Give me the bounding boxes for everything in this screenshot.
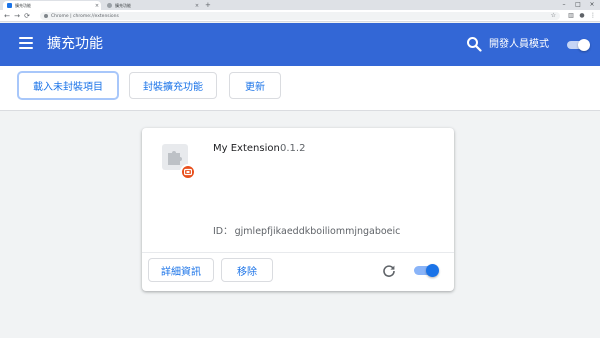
extension-enable-toggle[interactable]: [412, 264, 440, 277]
extension-name: My Extension: [213, 143, 280, 154]
globe-favicon-icon: [107, 3, 112, 8]
reload-page-icon[interactable]: ⟳: [22, 10, 32, 22]
update-button[interactable]: 更新: [229, 72, 281, 99]
tab-second[interactable]: 擴充功能 ×: [103, 1, 201, 10]
hamburger-menu-icon[interactable]: [19, 37, 33, 49]
close-tab-icon[interactable]: ×: [193, 3, 201, 9]
extension-id-value: gjmlepfjikaeddkboiliommjngaboeic: [234, 226, 401, 237]
developer-mode-label: 開發人員模式: [489, 39, 549, 50]
site-info-icon[interactable]: [44, 14, 48, 18]
extension-card: My Extension 0.1.2 ID： gjmlepfjikaeddkboi…: [142, 128, 454, 291]
load-unpacked-button[interactable]: 載入未封裝項目: [18, 72, 118, 99]
address-text: Chrome | chrome://extensions: [51, 13, 119, 19]
bookmark-star-icon[interactable]: ☆: [551, 12, 556, 20]
extension-id: ID： gjmlepfjikaeddkboiliommjngaboeic: [213, 226, 400, 238]
pack-extension-button[interactable]: 封裝擴充功能: [129, 72, 217, 99]
developer-mode-toggle[interactable]: [565, 39, 591, 51]
profile-icon[interactable]: ●: [577, 10, 587, 22]
browser-toolbar: ← → ⟳ Chrome | chrome://extensions ☆ ▥ ●…: [0, 10, 600, 22]
remove-button[interactable]: 移除: [221, 258, 273, 282]
reload-icon[interactable]: [382, 263, 396, 277]
search-icon[interactable]: [466, 36, 482, 52]
back-icon[interactable]: ←: [2, 10, 12, 22]
more-menu-icon[interactable]: ⋮: [588, 10, 598, 22]
browser-tab-strip: 擴充功能 × 擴充功能 × + – □ ×: [0, 0, 600, 10]
extension-favicon-icon: [7, 3, 12, 8]
developer-actions-bar: 載入未封裝項目 封裝擴充功能 更新: [0, 66, 600, 111]
tab-title: 擴充功能: [115, 2, 131, 8]
forward-icon[interactable]: →: [12, 10, 22, 22]
address-bar[interactable]: Chrome | chrome://extensions ☆: [40, 12, 560, 20]
extension-version: 0.1.2: [280, 143, 306, 154]
card-divider: [142, 252, 454, 253]
page-title: 擴充功能: [47, 36, 103, 52]
extensions-toolbar-icon[interactable]: ▥: [566, 10, 576, 22]
tab-title: 擴充功能: [15, 2, 31, 8]
close-tab-icon[interactable]: ×: [93, 3, 101, 9]
close-window-icon[interactable]: ×: [585, 0, 599, 10]
extensions-header: 擴充功能 開發人員模式: [0, 23, 600, 66]
minimize-icon[interactable]: –: [557, 0, 571, 10]
new-tab-icon[interactable]: +: [205, 1, 211, 9]
maximize-icon[interactable]: □: [571, 0, 585, 10]
extension-id-label: ID：: [213, 226, 233, 237]
unpacked-badge-icon: [180, 164, 196, 180]
details-button[interactable]: 詳細資訊: [148, 258, 214, 282]
tab-extensions[interactable]: 擴充功能 ×: [3, 1, 101, 10]
